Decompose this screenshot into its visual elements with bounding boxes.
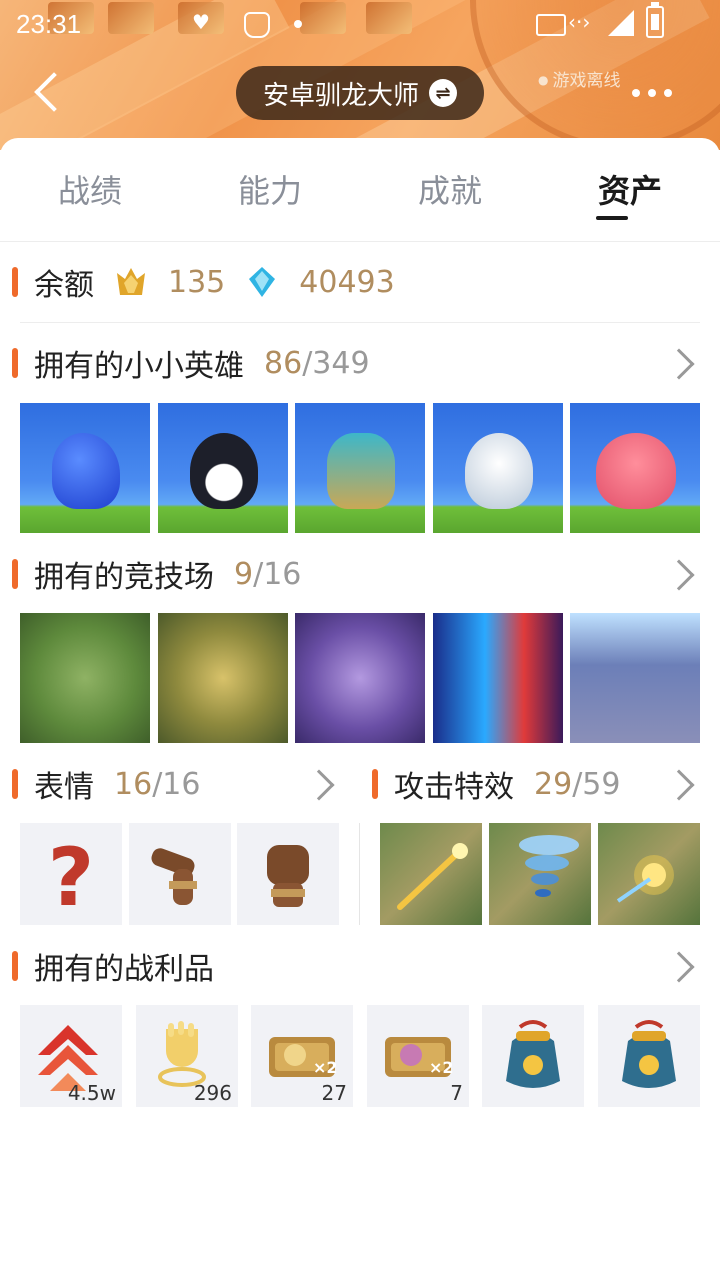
heroes-section-title[interactable]: 拥有的小小英雄 86/349 xyxy=(12,343,370,384)
loot-item[interactable]: 4.5w xyxy=(20,1005,122,1107)
player-name: 安卓驯龙大师 xyxy=(262,80,419,111)
tornado-effect xyxy=(519,835,579,897)
loot-item[interactable]: ×2 7 xyxy=(367,1005,469,1107)
blue-gem-icon xyxy=(249,267,276,297)
section-marker xyxy=(372,769,378,799)
game-status: 游戏离线 xyxy=(538,66,620,91)
white-tiger-hero xyxy=(465,433,533,509)
gold-crown-icon xyxy=(117,268,145,295)
loot-label: 拥有的战利品 xyxy=(34,952,214,987)
loot-item[interactable] xyxy=(482,1005,584,1107)
fist-emote xyxy=(267,845,309,907)
loot-count: 296 xyxy=(193,1081,232,1105)
swap-icon: ⇌ xyxy=(429,79,457,107)
heroes-label: 拥有的小小英雄 xyxy=(34,349,244,384)
tab-assets[interactable]: 资产 xyxy=(570,166,690,212)
divider xyxy=(20,322,700,323)
notification-icon xyxy=(366,2,412,34)
status-bar: 23:31 ♥ ‹·› xyxy=(0,0,720,50)
penguin-hero xyxy=(190,433,258,509)
emotes-section-title[interactable]: 表情 16/16 xyxy=(12,764,201,805)
signal-icon xyxy=(608,10,634,36)
attack-effect-tile[interactable] xyxy=(489,823,591,925)
attack-effects-count: 29/59 xyxy=(534,766,621,802)
pink-cat-hero xyxy=(596,433,676,509)
neon-dragon-arena[interactable] xyxy=(433,613,563,743)
active-tab-indicator xyxy=(596,216,628,220)
emotes-count: 16/16 xyxy=(114,766,201,802)
golden-jungle-arena[interactable] xyxy=(158,613,288,743)
hero-tile[interactable] xyxy=(433,403,563,533)
loot-item[interactable] xyxy=(598,1005,700,1107)
player-switch-button[interactable]: 安卓驯龙大师 ⇌ xyxy=(236,66,484,120)
heartbeat-icon: ♥ xyxy=(192,10,210,34)
arenas-count: 9/16 xyxy=(234,556,302,592)
section-marker xyxy=(12,951,18,981)
back-icon[interactable] xyxy=(26,70,72,116)
svg-text:×2: ×2 xyxy=(429,1058,454,1077)
section-marker xyxy=(12,769,18,799)
battery-icon xyxy=(646,2,664,38)
loot-count: 4.5w xyxy=(67,1081,116,1105)
currency-gold-value: 135 xyxy=(168,264,226,300)
notification-icon xyxy=(108,2,154,34)
svg-text:?: ? xyxy=(48,831,94,924)
cast-icon xyxy=(536,14,566,36)
loot-count: 27 xyxy=(321,1081,347,1105)
golden-spear-effect xyxy=(397,843,468,910)
loot-count: 7 xyxy=(450,1081,463,1105)
data-transfer-icon: ‹·› xyxy=(568,10,591,34)
treasure-bag-icon xyxy=(622,1020,676,1088)
section-marker xyxy=(12,559,18,589)
dragon-hero xyxy=(327,433,395,509)
svg-text:×2: ×2 xyxy=(313,1058,338,1077)
tab-bar: 战绩 能力 成就 资产 xyxy=(0,138,720,242)
attack-effects-section-title[interactable]: 攻击特效 29/59 xyxy=(372,764,621,805)
divider xyxy=(359,823,360,925)
hero-tile[interactable] xyxy=(570,403,700,533)
notification-icon xyxy=(300,2,346,34)
emote-tile[interactable]: ? xyxy=(20,823,122,925)
loot-section-title[interactable]: 拥有的战利品 xyxy=(12,946,214,987)
emote-tile[interactable] xyxy=(129,823,231,925)
hero-tile[interactable] xyxy=(20,403,150,533)
section-marker xyxy=(12,348,18,378)
sky-temple-arena[interactable] xyxy=(570,613,700,743)
tab-ability[interactable]: 能力 xyxy=(210,166,330,212)
tab-achievement[interactable]: 成就 xyxy=(390,166,510,212)
profile-header: 23:31 ♥ ‹·› 安卓驯龙大师 ⇌ 游戏离线 xyxy=(0,0,720,150)
heroes-count: 86/349 xyxy=(264,345,370,381)
attack-effect-tile[interactable] xyxy=(380,823,482,925)
tab-record[interactable]: 战绩 xyxy=(30,166,150,212)
spark-effect xyxy=(616,855,674,903)
arenas-label: 拥有的竞技场 xyxy=(34,560,214,595)
jungle-arena[interactable] xyxy=(20,613,150,743)
balance-label: 余额 xyxy=(34,268,94,303)
question-mark-emote: ? xyxy=(48,831,94,924)
section-marker xyxy=(12,267,18,297)
more-icon[interactable] xyxy=(632,80,678,106)
treasure-bag-icon xyxy=(506,1020,560,1088)
database-icon xyxy=(244,12,270,38)
loot-item[interactable]: ×2 27 xyxy=(251,1005,353,1107)
blue-slime-hero xyxy=(52,433,120,509)
attack-effects-label: 攻击特效 xyxy=(394,770,514,805)
clock: 23:31 xyxy=(16,9,82,39)
loot-item[interactable]: 296 xyxy=(136,1005,238,1107)
arenas-section-title[interactable]: 拥有的竞技场 9/16 xyxy=(12,554,302,595)
attack-effect-tile[interactable] xyxy=(598,823,700,925)
purple-swirl-arena[interactable] xyxy=(295,613,425,743)
emote-tile[interactable] xyxy=(237,823,339,925)
balance-row: 余额 135 40493 xyxy=(12,262,395,303)
emotes-label: 表情 xyxy=(34,770,94,805)
currency-gem-value: 40493 xyxy=(299,264,395,300)
hero-tile[interactable] xyxy=(158,403,288,533)
arm-emote xyxy=(151,848,197,905)
hero-tile[interactable] xyxy=(295,403,425,533)
dot-icon xyxy=(294,20,302,28)
